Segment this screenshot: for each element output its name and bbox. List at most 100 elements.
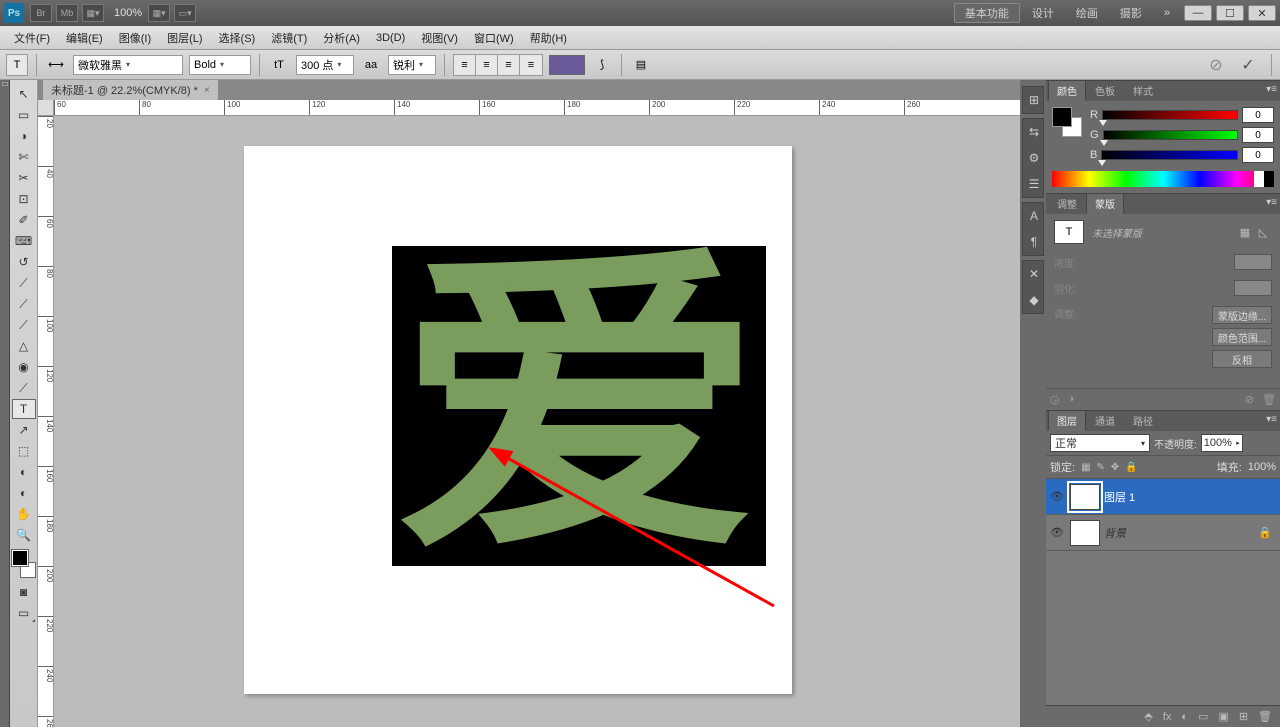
fg-bg-swatches[interactable] (12, 550, 36, 578)
lock-position-icon[interactable]: ✥ (1111, 462, 1119, 473)
tool-zoom[interactable]: 🔍 (12, 525, 36, 545)
left-dock-strip[interactable] (0, 80, 10, 727)
vector-mask-icon[interactable]: ◺ (1254, 224, 1272, 240)
current-tool-icon[interactable]: T (6, 54, 28, 76)
text-orientation-icon[interactable]: ⟷ (45, 54, 67, 76)
tool-crop[interactable]: ✂ (12, 168, 36, 188)
lock-transparent-icon[interactable]: ▦ (1081, 462, 1090, 473)
align-right-button[interactable]: ≡ (498, 55, 520, 75)
tool-hand[interactable]: ✋ (12, 504, 36, 524)
close-tab-button[interactable]: × (204, 85, 210, 96)
tab-paths[interactable]: 路径 (1124, 410, 1162, 431)
view-extras-button[interactable]: ▦▾ (82, 4, 104, 22)
color-range-button[interactable]: 颜色范围... (1212, 328, 1272, 346)
antialias-dropdown[interactable]: 锐利 (388, 55, 436, 75)
tool-lasso[interactable]: ◑ (12, 126, 36, 146)
menu-layer[interactable]: 图层(L) (159, 28, 210, 48)
fill-field[interactable]: 100% (1248, 461, 1276, 473)
layer-name[interactable]: 背景 (1104, 525, 1126, 541)
layer-fx-icon[interactable]: fx (1163, 711, 1172, 723)
strip-nav-icon[interactable]: ◆ (1023, 287, 1045, 313)
input-g[interactable] (1242, 127, 1274, 143)
slider-g[interactable] (1103, 130, 1238, 140)
screen-mode-button[interactable]: ▭▾ (174, 4, 196, 22)
tab-adjustments[interactable]: 调整 (1048, 193, 1086, 214)
tool-eraser[interactable]: ⟋ (12, 294, 36, 314)
font-style-dropdown[interactable]: Bold (189, 55, 251, 75)
screen-mode-toggle[interactable]: ▭ (12, 603, 36, 623)
layer-mask-icon[interactable]: ◐ (1181, 711, 1188, 723)
arrange-docs-button[interactable]: ▦▾ (148, 4, 170, 22)
input-b[interactable] (1242, 147, 1274, 163)
strip-tool-preset-icon[interactable]: ⚙ (1023, 145, 1045, 171)
tab-layers[interactable]: 图层 (1048, 410, 1086, 431)
menu-select[interactable]: 选择(S) (211, 28, 264, 48)
tool-path-select[interactable]: ↗ (12, 420, 36, 440)
strip-brush-icon[interactable]: ☰ (1023, 171, 1045, 197)
layer-row[interactable]: 👁 T 图层 1 (1046, 479, 1280, 515)
tool-gradient[interactable]: ⟋ (12, 315, 36, 335)
menu-view[interactable]: 视图(V) (413, 28, 466, 48)
tool-move[interactable]: ↖ (12, 84, 36, 104)
menu-image[interactable]: 图像(I) (111, 28, 159, 48)
tool-type[interactable]: T (12, 399, 36, 419)
tool-history-brush[interactable]: ⟋ (12, 273, 36, 293)
zoom-level[interactable]: 100% (114, 7, 142, 19)
horizontal-ruler[interactable]: 6080100120140160180200220240260 (54, 100, 1020, 116)
mask-edge-button[interactable]: 蒙版边缘... (1212, 306, 1272, 324)
align-center-button[interactable]: ≡ (476, 55, 498, 75)
color-fg-bg-swatch[interactable] (1052, 107, 1082, 137)
delete-mask-icon[interactable]: 🗑 (1262, 393, 1276, 406)
strip-swap-icon[interactable]: ⇆ (1023, 119, 1045, 145)
workspace-painting[interactable]: 绘画 (1066, 3, 1108, 23)
tool-heal[interactable]: ✐ (12, 210, 36, 230)
tool-blur[interactable]: △ (12, 336, 36, 356)
minibridge-button[interactable]: Mb (56, 4, 78, 22)
warp-text-button[interactable]: ⟆ (591, 54, 613, 76)
layer-name[interactable]: 图层 1 (1104, 489, 1135, 505)
invert-button[interactable]: 反相 (1212, 350, 1272, 368)
menu-3d[interactable]: 3D(D) (368, 30, 413, 46)
workspace-more[interactable]: » (1154, 3, 1180, 23)
workspace-design[interactable]: 设计 (1022, 3, 1064, 23)
strip-history-icon[interactable]: ⊞ (1023, 87, 1045, 113)
pixel-mask-icon[interactable]: ▦ (1236, 224, 1254, 240)
disable-mask-icon[interactable]: ⊘ (1245, 393, 1254, 406)
tab-swatches[interactable]: 色板 (1086, 80, 1124, 101)
slider-r[interactable] (1102, 110, 1238, 120)
tool-shape[interactable]: ⬚ (12, 441, 36, 461)
tool-quick-select[interactable]: ✄ (12, 147, 36, 167)
lock-all-icon[interactable]: 🔒 (1125, 462, 1137, 473)
document-tab[interactable]: 未标题-1 @ 22.2%(CMYK/8) * × (42, 80, 219, 100)
menu-edit[interactable]: 编辑(E) (58, 28, 111, 48)
strip-character-icon[interactable]: A (1023, 203, 1045, 229)
vertical-ruler[interactable]: 20406080100120140160180200220240260 (38, 116, 54, 727)
blend-mode-dropdown[interactable]: 正常 (1050, 434, 1150, 452)
font-size-dropdown[interactable]: 300 点 (296, 55, 354, 75)
char-panel-button[interactable]: ▤ (630, 54, 652, 76)
new-layer-icon[interactable]: ⊞ (1239, 710, 1248, 723)
layer-thumbnail[interactable] (1070, 520, 1100, 546)
tab-masks[interactable]: 蒙版 (1086, 193, 1124, 214)
adjustment-layer-icon[interactable]: ▭ (1198, 710, 1208, 723)
commit-edit-button[interactable]: ✓ (1237, 54, 1259, 76)
layer-row[interactable]: 👁 背景 🔒 (1046, 515, 1280, 551)
layers-panel-menu-icon[interactable]: ▾≡ (1266, 414, 1277, 425)
ruler-origin[interactable] (38, 100, 54, 116)
tool-marquee[interactable]: ▭ (12, 105, 36, 125)
tab-channels[interactable]: 通道 (1086, 410, 1124, 431)
workspace-photo[interactable]: 摄影 (1110, 3, 1152, 23)
font-family-dropdown[interactable]: 微软雅黑 (73, 55, 183, 75)
visibility-icon[interactable]: 👁 (1048, 490, 1066, 503)
opacity-field[interactable]: 100% (1201, 434, 1243, 452)
bridge-button[interactable]: Br (30, 4, 52, 22)
align-left-button[interactable]: ≡ (454, 55, 476, 75)
slider-b[interactable] (1101, 150, 1238, 160)
delete-layer-icon[interactable]: 🗑 (1258, 710, 1272, 723)
layer-thumbnail[interactable]: T (1070, 484, 1100, 510)
menu-filter[interactable]: 滤镜(T) (263, 28, 315, 48)
feather-field[interactable] (1234, 280, 1272, 296)
link-layers-icon[interactable]: ⬘ (1144, 710, 1152, 723)
visibility-icon[interactable]: 👁 (1048, 526, 1066, 539)
canvas-page[interactable]: 爱 (244, 146, 792, 694)
